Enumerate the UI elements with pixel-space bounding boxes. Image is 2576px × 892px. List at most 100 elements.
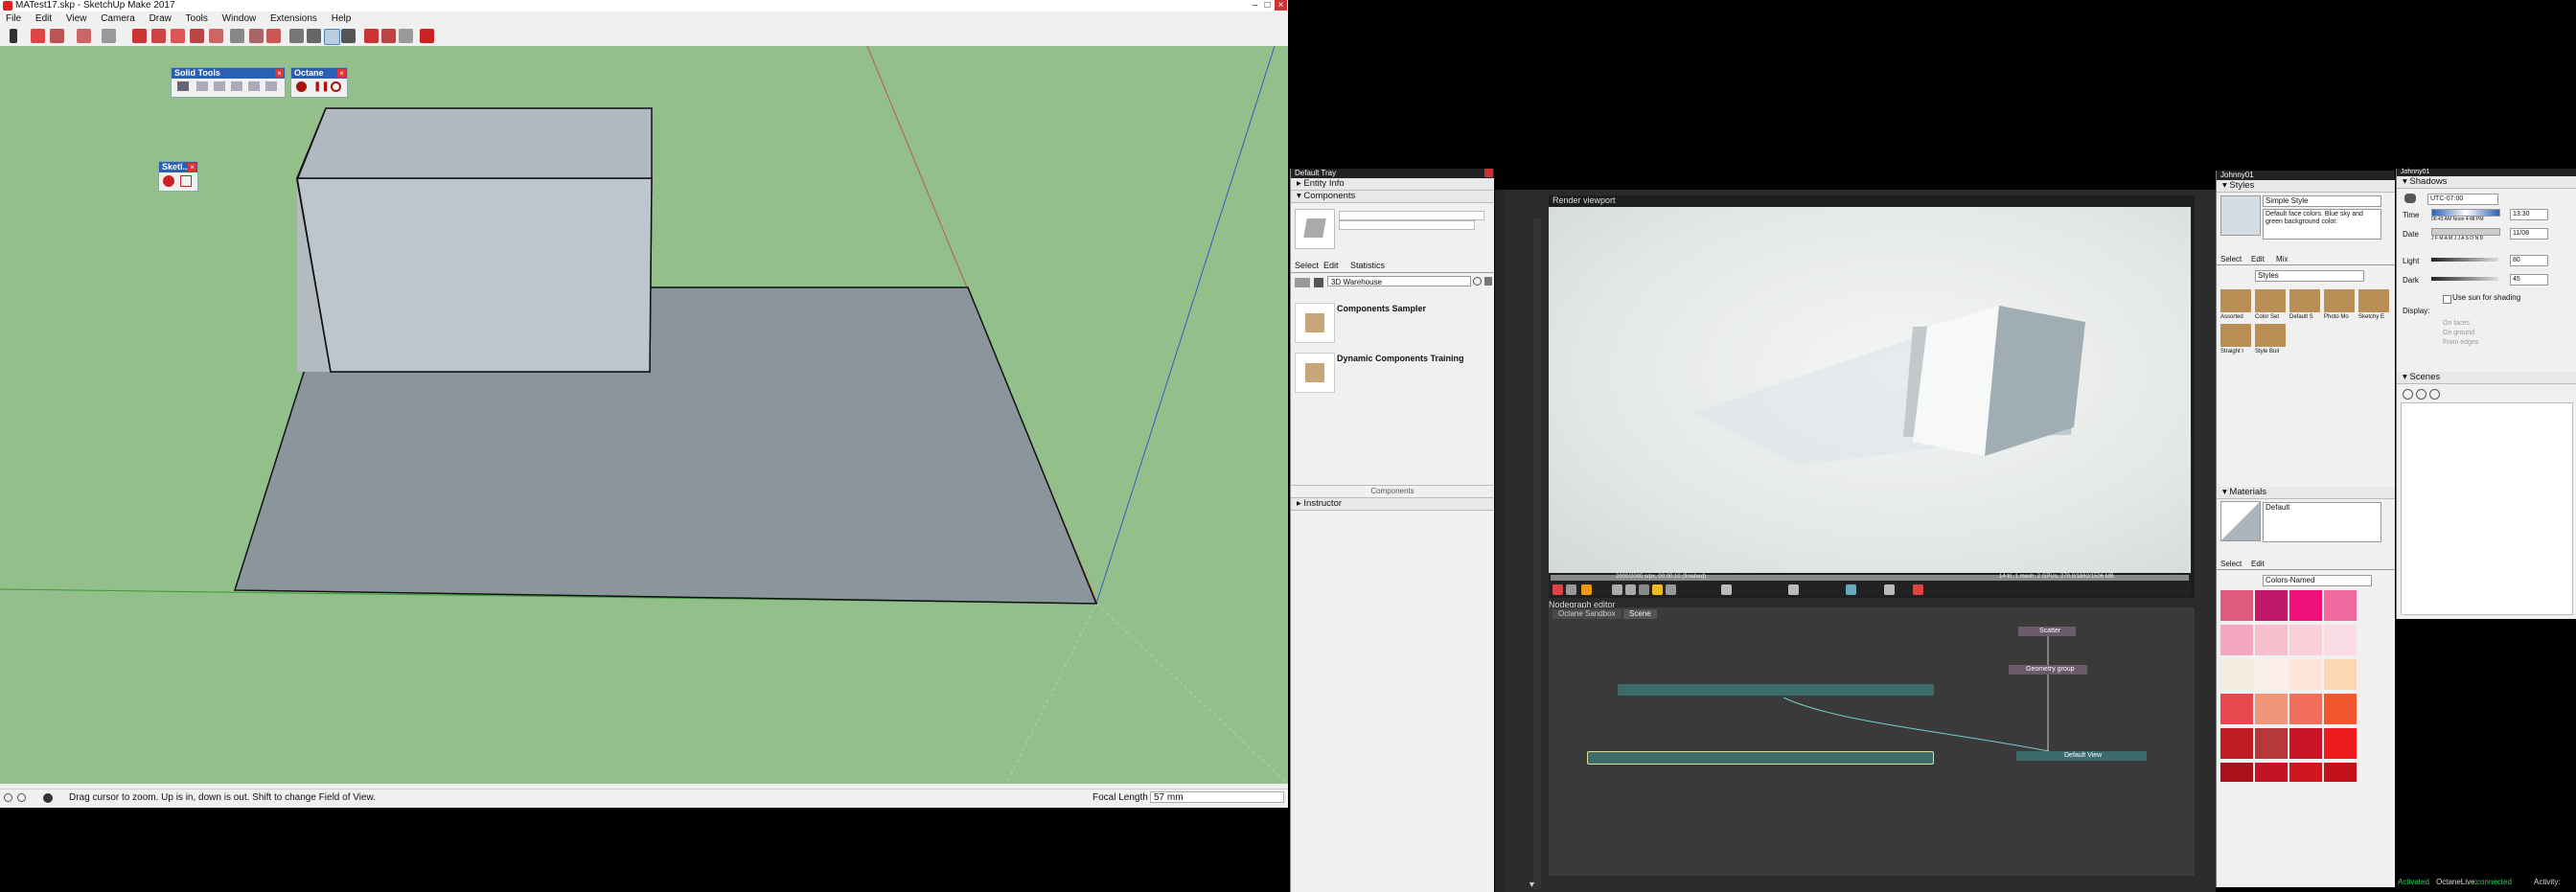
- material-swatch[interactable]: [2324, 659, 2357, 690]
- instructor-header[interactable]: ▸ Instructor: [1291, 498, 1494, 511]
- refresh-scene-icon[interactable]: [2403, 389, 2413, 400]
- tab-edit[interactable]: Edit: [2251, 255, 2265, 263]
- scenes-header[interactable]: ▾ Scenes: [2397, 372, 2576, 384]
- list-item[interactable]: [1295, 353, 1335, 393]
- octane-settings-icon[interactable]: [296, 81, 307, 92]
- sketch-gear-icon[interactable]: [163, 175, 174, 187]
- tab-edit[interactable]: Edit: [1323, 261, 1339, 270]
- zoom-icon[interactable]: [1788, 584, 1799, 595]
- octane-toolbar-close-icon[interactable]: ×: [337, 69, 346, 78]
- maximize-icon[interactable]: □: [1261, 0, 1274, 11]
- focal-length-value[interactable]: 57 mm: [1150, 791, 1284, 803]
- style-thumb[interactable]: [2324, 289, 2355, 312]
- octane-scrollbar[interactable]: [1533, 218, 1541, 889]
- shape-tool-icon[interactable]: [102, 29, 116, 43]
- component-desc-field[interactable]: [1339, 220, 1475, 230]
- material-swatch[interactable]: [2324, 625, 2357, 655]
- scroll-down-icon[interactable]: ▼: [1528, 880, 1537, 889]
- arc-tool-icon[interactable]: [77, 29, 91, 43]
- box-front-face[interactable]: [296, 177, 653, 373]
- material-swatch[interactable]: [2255, 625, 2288, 655]
- entity-info-header[interactable]: ▸ Entity Info: [1291, 178, 1494, 191]
- warehouse-icon[interactable]: [364, 29, 379, 43]
- tab-select[interactable]: Select: [2220, 560, 2242, 568]
- menu-view[interactable]: View: [66, 13, 87, 24]
- materials-collection-dropdown[interactable]: Colors-Named: [2263, 575, 2372, 586]
- subtract-icon[interactable]: [231, 81, 242, 91]
- tool-icon[interactable]: [1884, 584, 1895, 595]
- layout-icon[interactable]: [399, 29, 413, 43]
- material-swatch[interactable]: [2220, 659, 2253, 690]
- pushpull-tool-icon[interactable]: [132, 29, 147, 43]
- sketch-grid-icon[interactable]: [180, 175, 192, 187]
- material-swatch[interactable]: [2255, 590, 2288, 621]
- style-thumb[interactable]: [2289, 289, 2320, 312]
- geo-location-icon[interactable]: [4, 793, 12, 802]
- material-swatch[interactable]: [2220, 728, 2253, 759]
- style-name-field[interactable]: Simple Style: [2263, 195, 2381, 207]
- node-rendertarget[interactable]: [1587, 751, 1934, 765]
- node-mesh[interactable]: [1618, 684, 1934, 696]
- tray-close-icon[interactable]: [1484, 169, 1493, 177]
- tool-icon[interactable]: [1846, 584, 1856, 595]
- style-thumb[interactable]: [2358, 289, 2389, 312]
- orbit-tool-icon[interactable]: [266, 29, 281, 43]
- close-icon[interactable]: ×: [1275, 0, 1287, 11]
- trim-icon[interactable]: [248, 81, 260, 91]
- add-scene-icon[interactable]: [2416, 389, 2426, 400]
- on-faces-option[interactable]: On faces: [2443, 320, 2470, 327]
- light-input[interactable]: 80: [2510, 255, 2548, 266]
- warehouse-search-input[interactable]: 3D Warehouse: [1327, 276, 1471, 286]
- menu-help[interactable]: Help: [332, 13, 352, 24]
- zoom-extents-tool-icon[interactable]: [341, 29, 356, 43]
- restart-icon[interactable]: [1625, 584, 1636, 595]
- user-icon[interactable]: [43, 793, 53, 803]
- zoom-tool-icon[interactable]: [307, 29, 321, 43]
- node-scatter[interactable]: Scatter: [2018, 627, 2076, 636]
- time-input[interactable]: 13:30: [2510, 209, 2548, 220]
- from-edges-option[interactable]: From edges: [2443, 339, 2478, 346]
- menu-file[interactable]: File: [6, 13, 21, 24]
- menu-tools[interactable]: Tools: [186, 13, 208, 24]
- menu-extensions[interactable]: Extensions: [270, 13, 317, 24]
- styles-header[interactable]: ▾ Styles: [2217, 180, 2395, 193]
- rotate-tool-icon[interactable]: [171, 29, 185, 43]
- extension-warehouse-icon[interactable]: [381, 29, 396, 43]
- list-item[interactable]: [1295, 303, 1335, 343]
- details-arrow-icon[interactable]: [1484, 277, 1492, 286]
- move-tool-icon[interactable]: [151, 29, 166, 43]
- box-top-face[interactable]: [295, 107, 653, 179]
- components-header[interactable]: ▾ Components: [1291, 191, 1494, 203]
- zoom-window-tool-icon[interactable]: [324, 29, 340, 45]
- nodegraph-editor[interactable]: Octane Sandbox Scene Scatter Geometry gr…: [1549, 607, 2195, 876]
- material-swatch[interactable]: [2255, 694, 2288, 724]
- material-swatch[interactable]: [2289, 590, 2322, 621]
- light-slider[interactable]: [2431, 258, 2498, 262]
- style-thumb[interactable]: [2220, 289, 2251, 312]
- material-swatch[interactable]: [2289, 763, 2322, 782]
- shadow-toggle-icon[interactable]: [2404, 194, 2416, 203]
- style-description-field[interactable]: Default face colors. Blue sky and green …: [2263, 209, 2381, 240]
- component-name-field[interactable]: [1339, 211, 1484, 220]
- pause-icon[interactable]: [1639, 584, 1649, 595]
- material-name-field[interactable]: Default: [2263, 502, 2381, 542]
- solid-tools-close-icon[interactable]: ×: [275, 69, 284, 78]
- remove-scene-icon[interactable]: [2429, 389, 2440, 400]
- home-icon[interactable]: [1314, 278, 1323, 287]
- tape-tool-icon[interactable]: [230, 29, 244, 43]
- menu-camera[interactable]: Camera: [101, 13, 135, 24]
- material-swatch[interactable]: [2220, 625, 2253, 655]
- sketch-toolbar-close-icon[interactable]: ×: [188, 163, 196, 172]
- tool-icon[interactable]: [1581, 584, 1592, 595]
- material-swatch[interactable]: [2255, 763, 2288, 782]
- dark-slider[interactable]: [2431, 277, 2498, 281]
- tab-edit[interactable]: Edit: [2251, 560, 2265, 568]
- shadows-header[interactable]: ▾ Shadows: [2397, 176, 2576, 189]
- date-slider[interactable]: [2431, 228, 2500, 236]
- ruby-console-icon[interactable]: [420, 29, 434, 43]
- offset-tool-icon[interactable]: [209, 29, 223, 43]
- union-icon[interactable]: [214, 81, 225, 91]
- material-swatch[interactable]: [2324, 763, 2357, 782]
- components-footer[interactable]: Components: [1291, 485, 1494, 498]
- lock-icon[interactable]: [1666, 584, 1676, 595]
